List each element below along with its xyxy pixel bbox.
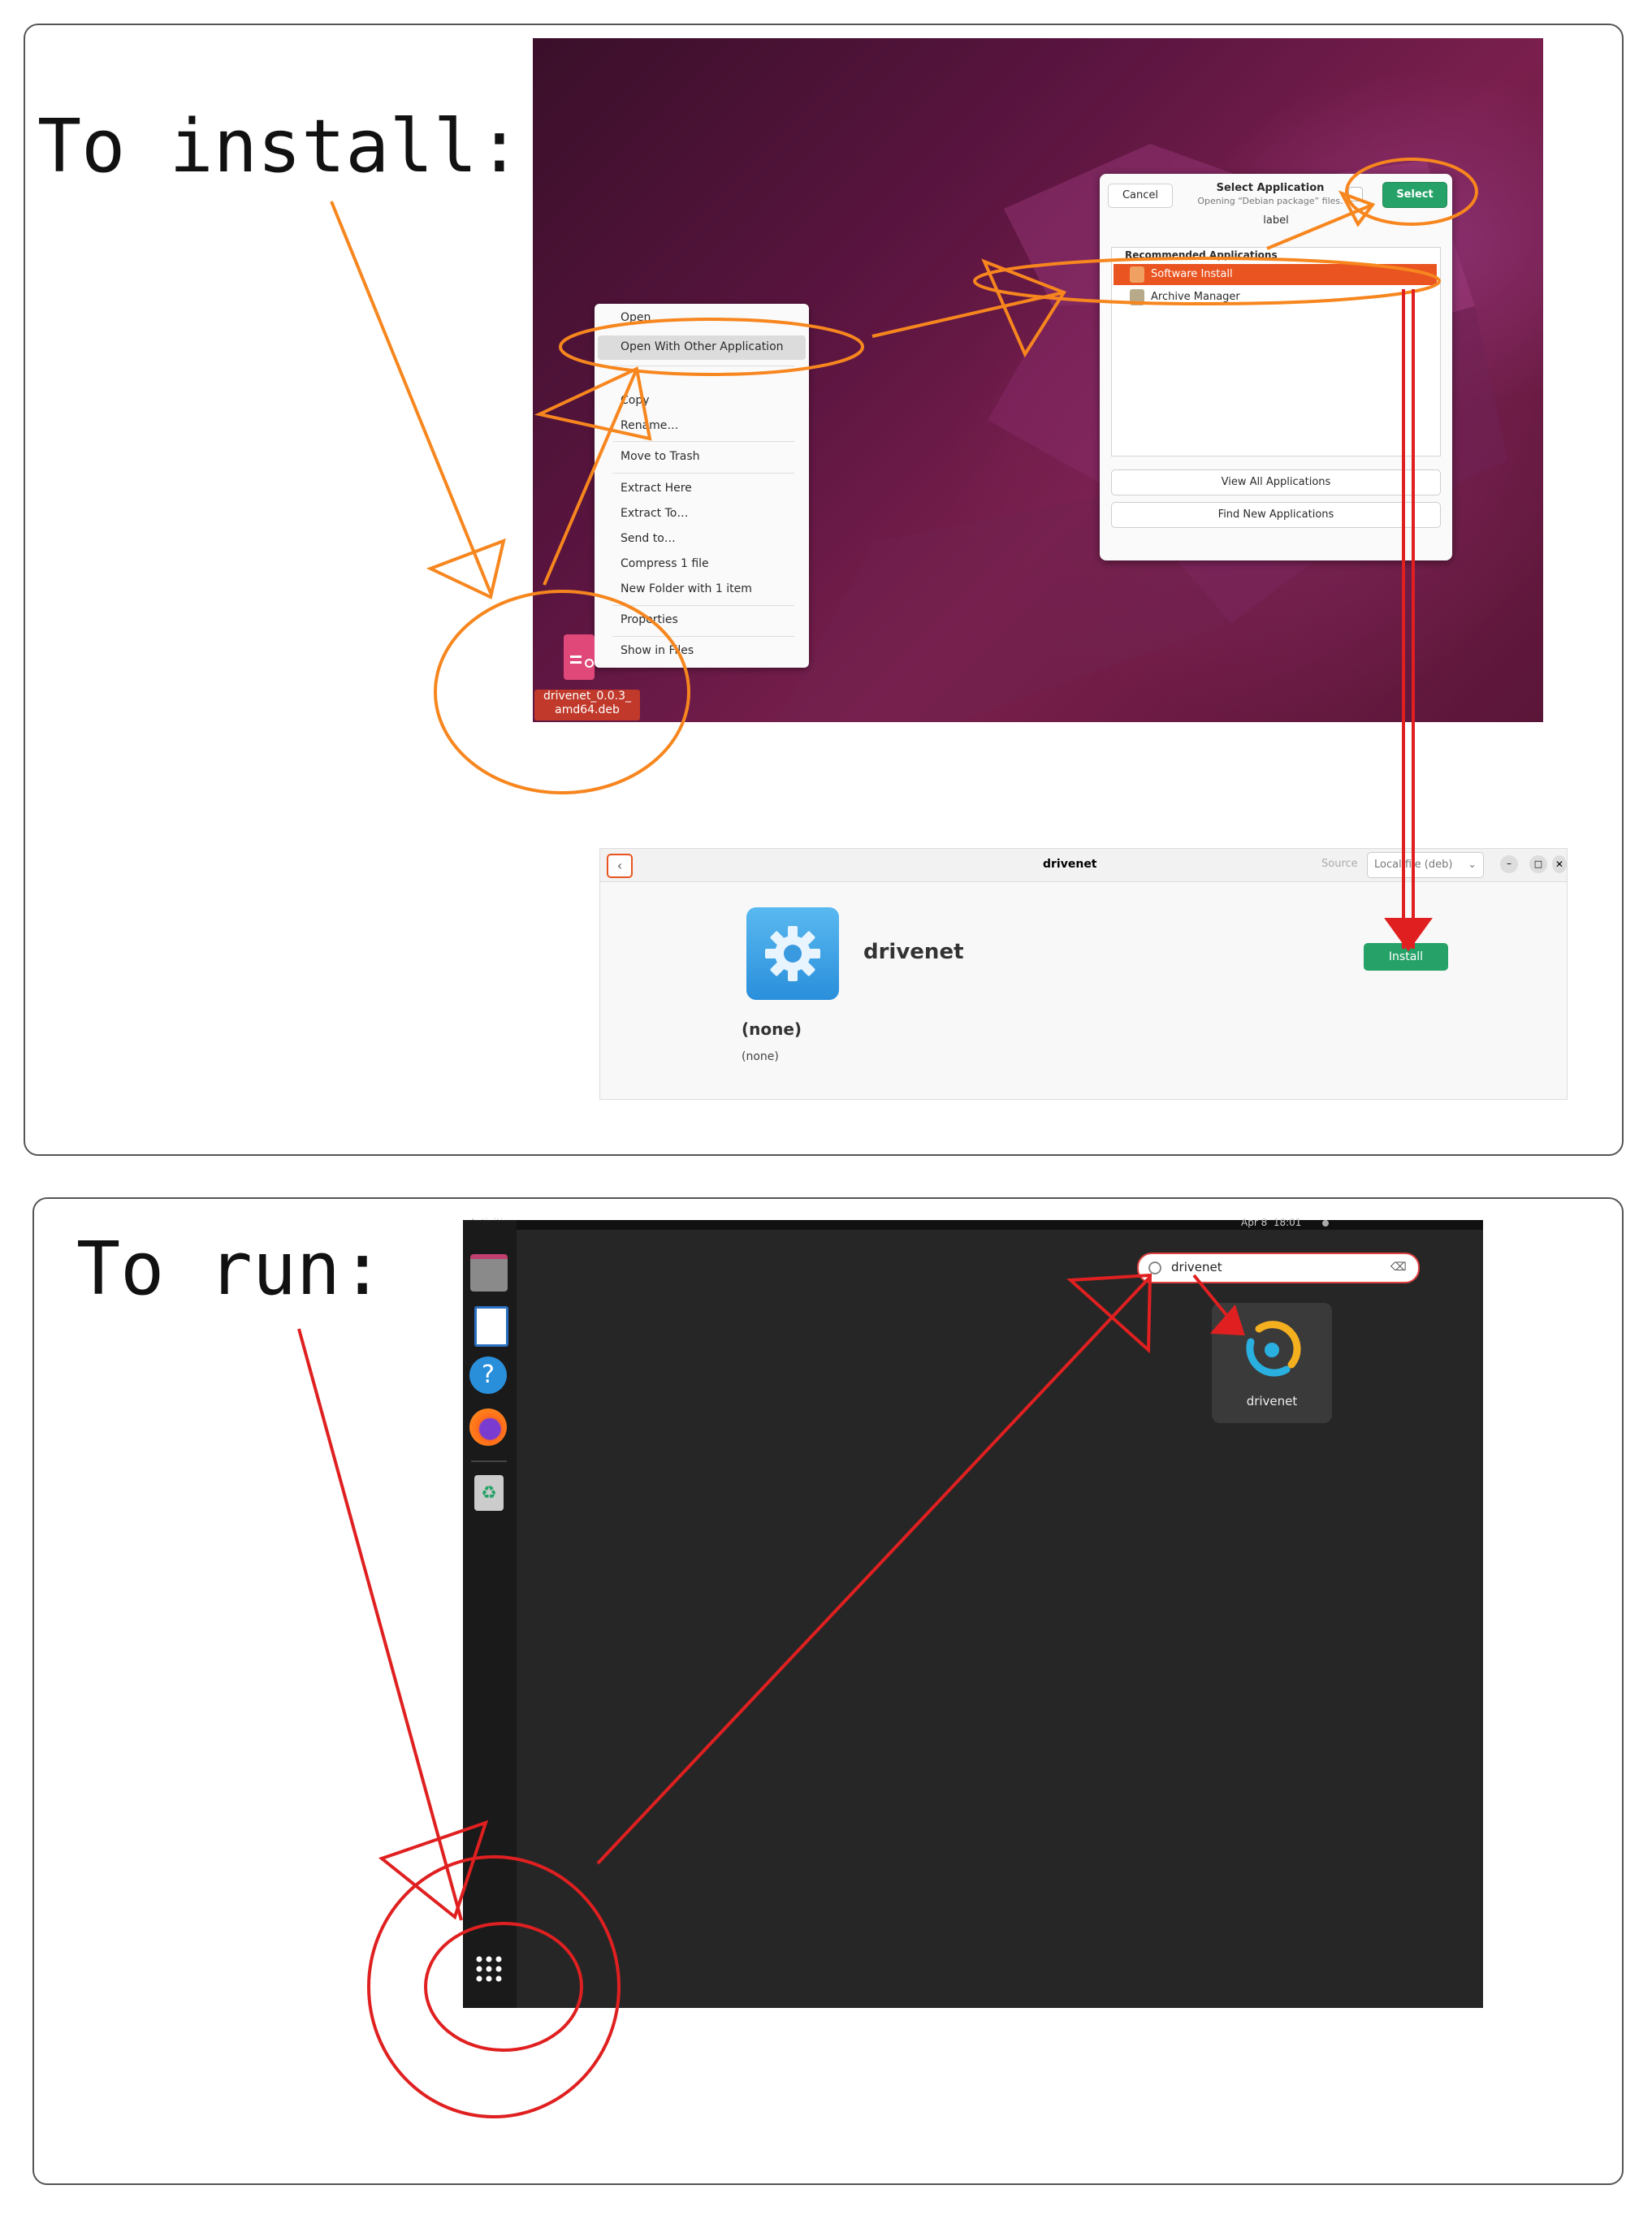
red-arrow-line: [596, 1275, 1152, 1865]
red-arrow-line: [297, 1328, 463, 1921]
run-annotations: [297, 1273, 1245, 2118]
orange-arrow-line: [330, 201, 492, 594]
orange-arrow-line: [871, 291, 1065, 338]
orange-arrow-head: [426, 538, 506, 599]
orange-circle-file: [434, 590, 690, 794]
orange-oval-software-install: [973, 257, 1441, 305]
red-arrow-head: [1209, 1304, 1245, 1336]
red-install-link: [1384, 289, 1433, 952]
red-arrow-head: [1066, 1273, 1153, 1354]
red-circle-inner: [424, 1922, 583, 2052]
install-annotations: [330, 158, 1478, 794]
orange-oval-open-with: [559, 318, 864, 376]
annotation-layer: [297, 158, 1478, 2118]
orange-oval-select: [1345, 158, 1478, 226]
orange-arrow-line: [543, 368, 638, 586]
